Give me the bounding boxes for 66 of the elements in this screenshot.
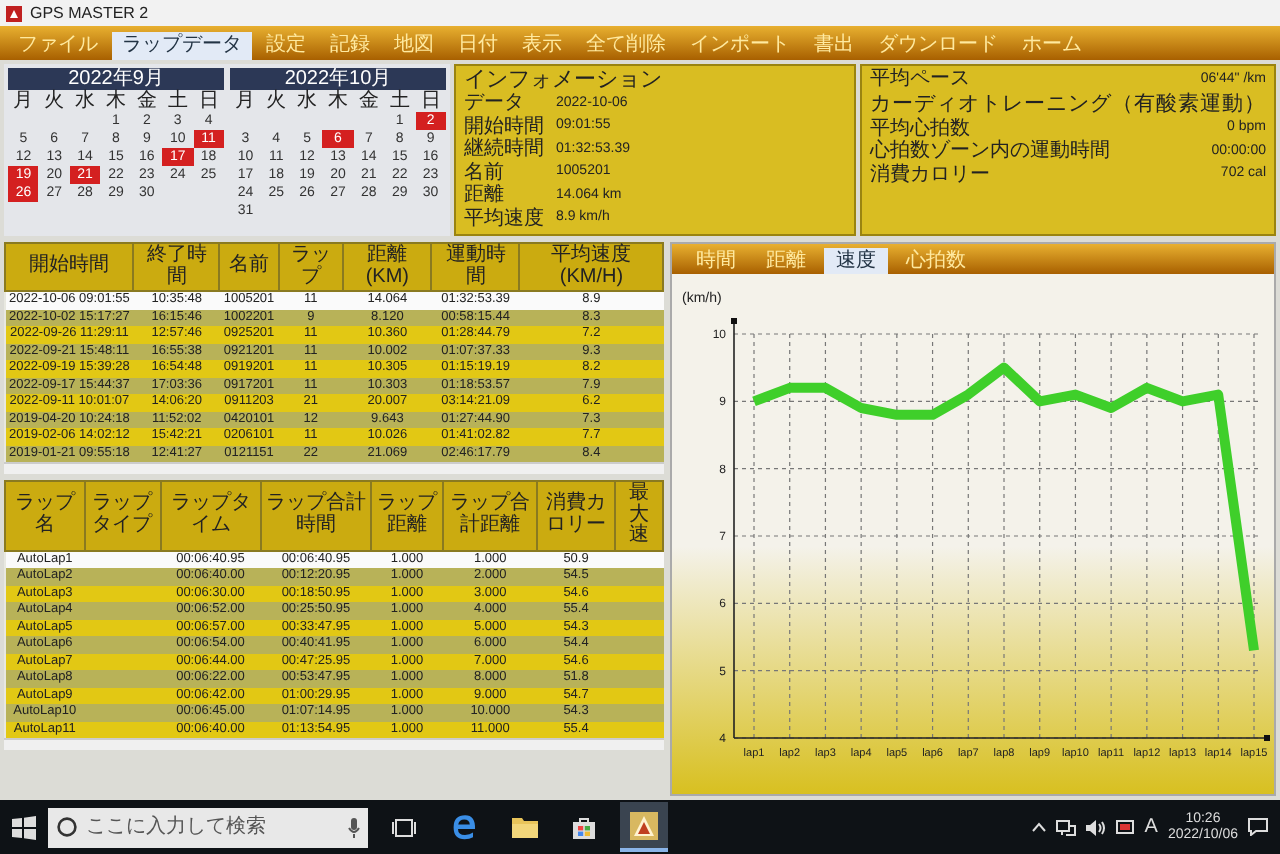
- column-header[interactable]: ラップ: [278, 243, 344, 291]
- taskbar-button[interactable]: [620, 802, 668, 852]
- chart-tab[interactable]: 速度: [824, 248, 888, 274]
- weekday-label: 金: [134, 90, 159, 112]
- section-heading: カーディオトレーニング（有酸素運動）: [870, 91, 1266, 117]
- column-header[interactable]: ラップ合計時間: [260, 481, 371, 550]
- field-label: 消費カロリー: [870, 163, 992, 186]
- weekday-label: 木: [103, 90, 128, 112]
- column-header[interactable]: 運動時間: [431, 243, 520, 291]
- notification-icon[interactable]: [1248, 818, 1268, 836]
- field-label: 継続時間: [464, 138, 544, 161]
- weekday-label: 火: [264, 90, 289, 112]
- field-label: 距離: [464, 184, 504, 207]
- speaker-icon[interactable]: [1086, 819, 1107, 835]
- horizontal-scrollbar[interactable]: [4, 462, 664, 474]
- weekday-label: 月: [11, 90, 36, 112]
- field-label: データ: [464, 92, 526, 115]
- weekday-label: 木: [325, 90, 350, 112]
- horizontal-scrollbar[interactable]: [4, 738, 664, 750]
- column-header[interactable]: ラップ名: [5, 481, 85, 550]
- column-header[interactable]: ラップタイプ: [84, 481, 161, 550]
- weekday-label: 金: [356, 90, 381, 112]
- field-label: 心拍数ゾーン内の運動時間: [870, 140, 1112, 163]
- column-header[interactable]: 最大速: [614, 481, 663, 550]
- weekday-label: 土: [165, 90, 190, 112]
- search-icon: [56, 816, 78, 838]
- field-label: 開始時間: [464, 115, 544, 137]
- weekday-label: 日: [196, 90, 221, 112]
- field-label: 平均ペース: [870, 68, 972, 91]
- column-header[interactable]: 終了時間: [133, 243, 220, 291]
- panel-title: インフォメーション: [464, 68, 664, 92]
- field-label: 名前: [464, 161, 506, 184]
- weekday-label: 日: [418, 90, 443, 112]
- column-header[interactable]: 開始時間: [5, 243, 134, 291]
- column-header[interactable]: ラップ合計距離: [443, 481, 538, 550]
- app-logo-icon: [630, 811, 658, 839]
- search-field[interactable]: ここに入力して検索: [48, 807, 368, 847]
- column-header[interactable]: ラップタイム: [160, 481, 261, 550]
- column-header[interactable]: 距離(KM): [343, 243, 432, 291]
- column-header[interactable]: ラップ距離: [371, 481, 444, 550]
- weekday-label: 土: [387, 90, 412, 112]
- weekday-label: 月: [233, 90, 258, 112]
- search-input[interactable]: ここに入力して検索: [86, 812, 340, 842]
- start-icon[interactable]: [12, 815, 36, 839]
- tray-app-icon[interactable]: [1116, 819, 1135, 835]
- field-label: 平均速度: [464, 207, 544, 230]
- microphone-icon[interactable]: [348, 817, 360, 837]
- weekday-label: 水: [295, 90, 320, 112]
- weekday-label: 水: [73, 90, 98, 112]
- caret-icon[interactable]: [1032, 822, 1047, 832]
- calendar-month-title: 2022年10月: [230, 68, 446, 90]
- field-label: 平均心拍数: [870, 117, 972, 139]
- shopping-bag-icon: [572, 815, 596, 839]
- folder-icon: [511, 816, 537, 838]
- weekday-label: 火: [42, 90, 67, 112]
- input-mode-indicator[interactable]: A: [1144, 812, 1158, 842]
- column-header[interactable]: 名前: [219, 243, 279, 291]
- task-view-icon: [392, 817, 416, 837]
- column-header[interactable]: 平均速度(KM/H): [519, 243, 663, 291]
- calendar-month-title: 2022年9月: [8, 68, 224, 90]
- column-header[interactable]: 消費カロリー: [537, 481, 615, 550]
- window-title: GPS MASTER 2: [30, 2, 149, 26]
- app-logo-icon: [6, 5, 22, 21]
- network-icon[interactable]: [1056, 819, 1077, 835]
- browser-icon: [451, 814, 477, 840]
- menu-tab[interactable]: ラップデータ: [112, 32, 252, 60]
